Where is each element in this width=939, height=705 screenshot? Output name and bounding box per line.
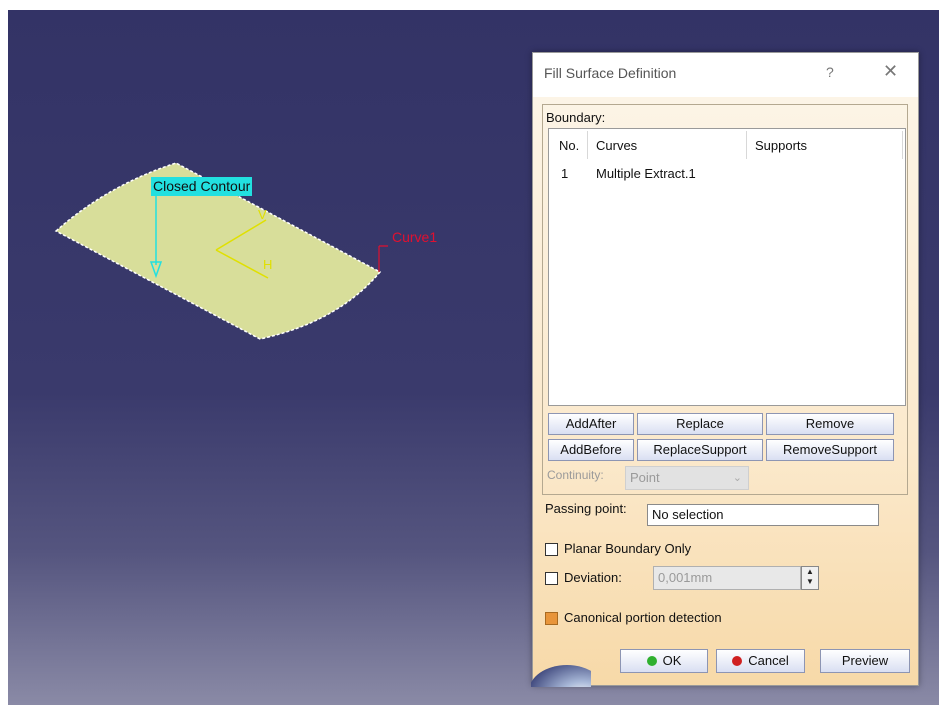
column-header-supports[interactable]: Supports bbox=[755, 138, 807, 153]
dialog-body: Boundary: No. Curves Supports 1 Multiple… bbox=[531, 97, 918, 687]
deviation-spinner[interactable]: ▲ ▼ bbox=[801, 566, 819, 590]
curve1-label: Curve1 bbox=[392, 229, 438, 245]
ok-label: OK bbox=[662, 653, 682, 668]
planar-boundary-checkbox[interactable] bbox=[545, 543, 558, 556]
dialog-titlebar[interactable]: Fill Surface Definition ? ✕ bbox=[533, 53, 918, 97]
continuity-value: Point bbox=[630, 470, 660, 485]
closed-contour-label: Closed Contour bbox=[151, 177, 253, 196]
axis-h-label: H bbox=[263, 257, 273, 272]
column-header-no[interactable]: No. bbox=[559, 138, 579, 153]
axis-v-label: V bbox=[258, 207, 267, 222]
replace-button[interactable]: Replace bbox=[637, 413, 763, 435]
chevron-down-icon: ⌄ bbox=[732, 472, 742, 484]
cancel-label: Cancel bbox=[748, 653, 789, 668]
add-after-button[interactable]: AddAfter bbox=[548, 413, 634, 435]
fill-surface-dialog: Fill Surface Definition ? ✕ Boundary: No… bbox=[531, 52, 919, 687]
continuity-select[interactable]: Point ⌄ bbox=[625, 466, 749, 490]
boundary-list[interactable]: No. Curves Supports 1 Multiple Extract.1 bbox=[548, 128, 906, 406]
replace-support-button[interactable]: ReplaceSupport bbox=[637, 439, 763, 461]
cancel-icon bbox=[732, 656, 743, 666]
ok-icon bbox=[646, 656, 657, 666]
canonical-detection-checkbox[interactable] bbox=[545, 612, 558, 625]
spin-up-icon[interactable]: ▲ bbox=[802, 567, 818, 577]
ok-button[interactable]: OK bbox=[620, 649, 708, 673]
boundary-group: Boundary: No. Curves Supports 1 Multiple… bbox=[542, 104, 908, 495]
add-before-button[interactable]: AddBefore bbox=[548, 439, 634, 461]
remove-button[interactable]: Remove bbox=[766, 413, 894, 435]
remove-support-button[interactable]: RemoveSupport bbox=[766, 439, 894, 461]
canonical-detection-label: Canonical portion detection bbox=[564, 610, 722, 625]
catia-globe-logo bbox=[531, 647, 591, 687]
spin-down-icon[interactable]: ▼ bbox=[802, 577, 818, 587]
deviation-checkbox[interactable] bbox=[545, 572, 558, 585]
passing-point-field[interactable]: No selection bbox=[647, 504, 879, 526]
planar-boundary-label: Planar Boundary Only bbox=[564, 541, 692, 556]
cancel-button[interactable]: Cancel bbox=[716, 649, 805, 673]
passing-point-label: Passing point: bbox=[545, 501, 627, 516]
deviation-label: Deviation: bbox=[564, 570, 622, 585]
column-separator bbox=[902, 131, 903, 159]
deviation-field[interactable]: 0,001mm bbox=[653, 566, 801, 590]
column-separator bbox=[587, 131, 588, 159]
row-no: 1 bbox=[561, 166, 569, 181]
boundary-label: Boundary: bbox=[546, 110, 606, 125]
close-button[interactable]: ✕ bbox=[883, 61, 898, 82]
continuity-label: Continuity: bbox=[547, 468, 604, 482]
row-curve: Multiple Extract.1 bbox=[596, 166, 696, 181]
help-button[interactable]: ? bbox=[826, 64, 834, 80]
preview-button[interactable]: Preview bbox=[820, 649, 910, 673]
column-header-curves[interactable]: Curves bbox=[596, 138, 637, 153]
dialog-title: Fill Surface Definition bbox=[544, 65, 677, 81]
column-separator bbox=[746, 131, 747, 159]
